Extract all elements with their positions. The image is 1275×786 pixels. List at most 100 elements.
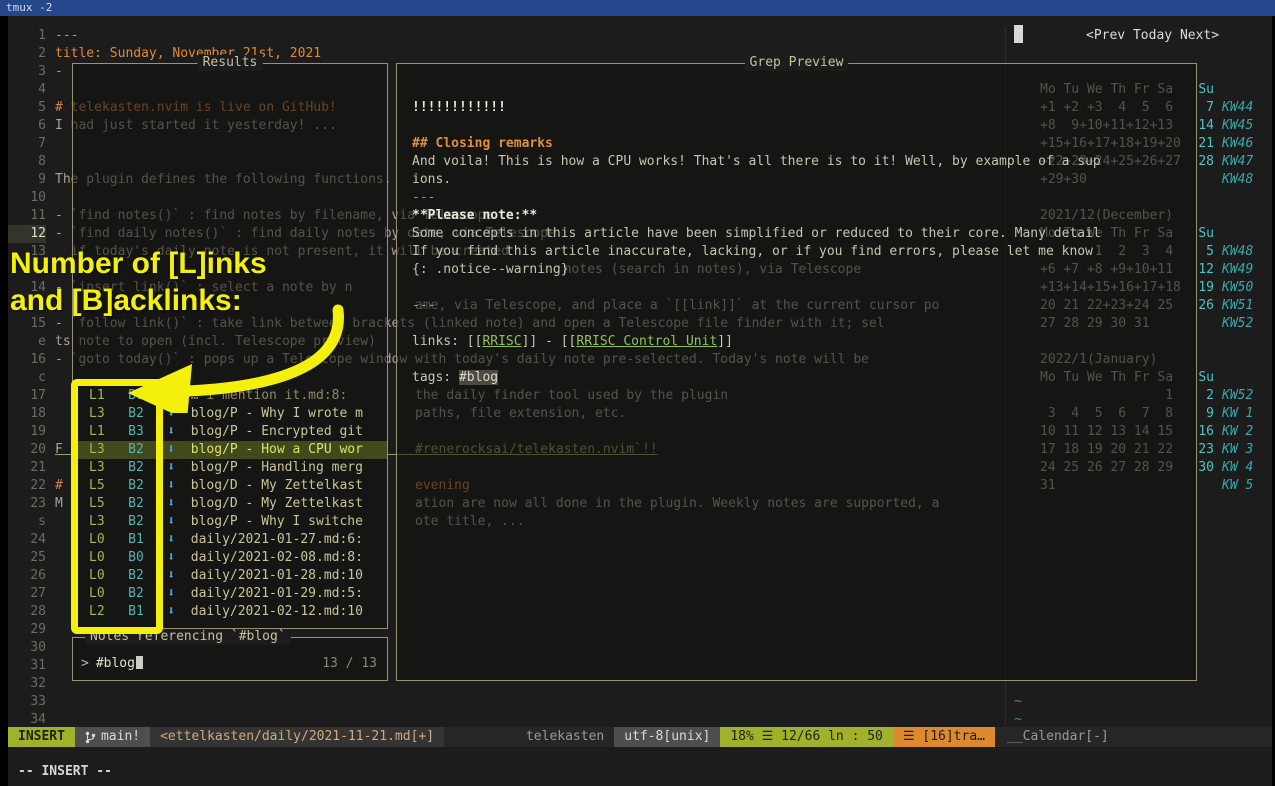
- result-entry[interactable]: L1 B3 ⬇ blog/P - Encrypted git: [73, 423, 387, 441]
- statusline: INSERT main! <ettelkasten/daily/2021-11-…: [8, 727, 1272, 747]
- calendar-week-number: KW 3: [1222, 442, 1253, 457]
- preview-line: Some concepts in this article have been …: [412, 225, 1101, 243]
- backlinks-count: B2: [128, 442, 144, 457]
- calendar-nav: <Prev Today Next>: [1012, 27, 1219, 45]
- backlinks-count: B2: [128, 514, 144, 529]
- backlinks-count: B2: [128, 478, 144, 493]
- wiki-link: RRISC: [482, 334, 521, 349]
- backlinks-count: B1: [128, 604, 144, 619]
- links-count: L0: [89, 550, 105, 565]
- result-counter: 13 / 13: [322, 655, 377, 673]
- links-count: L1: [89, 424, 105, 439]
- calendar-week-number: KW46: [1222, 136, 1253, 151]
- links-count: L3: [89, 442, 105, 457]
- down-arrow-icon: ⬇: [167, 460, 175, 475]
- preview-text: And voila! This is how a CPU works! That…: [412, 154, 1101, 169]
- preview-text: ---: [412, 298, 435, 313]
- calendar-week-number: KW52: [1222, 388, 1253, 403]
- preview-line: !!!!!!!!!!!!: [412, 99, 506, 117]
- calendar-week-number: KW48: [1222, 244, 1253, 259]
- results-list: L1 B0 ⬇ … i mention it.md:8:L3 B2 ⬇ blog…: [73, 387, 387, 621]
- result-entry[interactable]: L0 B2 ⬇ daily/2021-01-29.md:5:: [73, 585, 387, 603]
- calendar-week-number: KW47: [1222, 154, 1253, 169]
- calendar-week-number: KW48: [1222, 172, 1253, 187]
- preview-text: ---: [412, 190, 435, 205]
- preview-window-title: Grep Preview: [745, 55, 849, 71]
- down-arrow-icon: ⬇: [167, 550, 175, 565]
- down-arrow-icon: ⬇: [167, 604, 175, 619]
- result-entry-text: blog/D - My Zettelkast: [191, 496, 363, 511]
- backlinks-count: B3: [128, 424, 144, 439]
- down-arrow-icon: ⬇: [167, 424, 175, 439]
- preview-text: ]]: [717, 334, 733, 349]
- empty-line-tilde: ~: [1012, 693, 1022, 711]
- links-count: L3: [89, 514, 105, 529]
- prompt-window: Notes referencing `#blog` >#blog 13 / 13: [72, 637, 388, 681]
- backlinks-count: B1: [128, 532, 144, 547]
- down-arrow-icon: ⬇: [167, 568, 175, 583]
- result-entry-text: blog/D - My Zettelkast: [191, 478, 363, 493]
- branch-name: main!: [101, 727, 140, 747]
- result-entry[interactable]: L1 B0 ⬇ … i mention it.md:8:: [73, 387, 387, 405]
- file-path: <ettelkasten/daily/2021-11-21.md[+]: [150, 727, 444, 747]
- backlinks-count: B2: [128, 586, 144, 601]
- down-arrow-icon: ⬇: [167, 442, 175, 457]
- links-count: L5: [89, 496, 105, 511]
- links-count: L2: [89, 604, 105, 619]
- result-entry-text: daily/2021-01-29.md:5:: [191, 586, 363, 601]
- calendar-next-button[interactable]: Next>: [1180, 28, 1219, 43]
- preview-text: ]] - [[: [522, 334, 577, 349]
- calendar-week-number: KW44: [1222, 100, 1253, 115]
- result-entry[interactable]: L0 B2 ⬇ daily/2021-01-28.md:10: [73, 567, 387, 585]
- calendar-week-number: KW50: [1222, 280, 1253, 295]
- result-entry[interactable]: L5 B2 ⬇ blog/D - My Zettelkast: [73, 477, 387, 495]
- links-count: L0: [89, 586, 105, 601]
- result-entry-text: blog/P - Encrypted git: [191, 424, 363, 439]
- tmux-title: tmux -2: [6, 1, 52, 14]
- git-branch: main!: [75, 727, 150, 747]
- result-entry-text: … i mention it.md:8:: [191, 388, 348, 403]
- result-entry-text: blog/P - Handling merg: [191, 460, 363, 475]
- result-entry[interactable]: L3 B2 ⬇ blog/P - Why I switche: [73, 513, 387, 531]
- preview-text: {: .notice--warning}: [412, 262, 569, 277]
- command-line-mode-text: -- INSERT --: [18, 764, 112, 779]
- buffer-line: -: [55, 63, 63, 81]
- result-entry-text: blog/P - Why I switche: [191, 514, 363, 529]
- preview-line: And voila! This is how a CPU works! That…: [412, 153, 1101, 171]
- links-count: L1: [89, 388, 105, 403]
- grep-preview-window: Grep Preview !!!!!!!!!!!!## Closing rema…: [396, 63, 1197, 681]
- tmux-titlebar: tmux -2: [0, 0, 1275, 16]
- preview-line: If you find this article inaccurate, lac…: [412, 243, 1093, 261]
- calendar-prev-button[interactable]: <Prev: [1086, 28, 1133, 43]
- result-entry[interactable]: L0 B1 ⬇ daily/2021-01-27.md:6:: [73, 531, 387, 549]
- links-count: L0: [89, 532, 105, 547]
- result-entry-text: daily/2021-01-27.md:6:: [191, 532, 363, 547]
- links-count: L3: [89, 406, 105, 421]
- result-entry[interactable]: L3 B2 ⬇ blog/P - Why I wrote m: [73, 405, 387, 423]
- result-entry[interactable]: L5 B2 ⬇ blog/D - My Zettelkast: [73, 495, 387, 513]
- buffer-line: title: Sunday, November 21st, 2021: [55, 45, 321, 63]
- encoding-indicator: utf-8[unix]: [614, 727, 720, 747]
- down-arrow-icon: ⬇: [167, 496, 175, 511]
- result-entry[interactable]: L3 B2 ⬇ blog/P - How a CPU wor: [73, 441, 387, 459]
- wiki-link: RRISC Control Unit: [576, 334, 717, 349]
- search-query: #blog: [96, 656, 135, 671]
- buffer-line: ---: [55, 27, 78, 45]
- calendar-week-number: KW 2: [1222, 424, 1253, 439]
- result-entry[interactable]: L0 B0 ⬇ daily/2021-02-08.md:8:: [73, 549, 387, 567]
- down-arrow-icon: ⬇: [167, 532, 175, 547]
- preview-line: {: .notice--warning}: [412, 261, 569, 279]
- calendar-today-button[interactable]: Today: [1133, 28, 1180, 43]
- links-count: L5: [89, 478, 105, 493]
- result-entry[interactable]: L2 B1 ⬇ daily/2021-02-12.md:10: [73, 603, 387, 621]
- result-entry-text: daily/2021-02-12.md:10: [191, 604, 363, 619]
- result-entry-text: daily/2021-01-28.md:10: [191, 568, 363, 583]
- links-count: L3: [89, 460, 105, 475]
- result-entry[interactable]: L3 B2 ⬇ blog/P - Handling merg: [73, 459, 387, 477]
- down-arrow-icon: ⬇: [167, 406, 175, 421]
- preview-text: If you find this article inaccurate, lac…: [412, 244, 1093, 259]
- statusline-spacer: [444, 727, 516, 747]
- preview-line: ## Closing remarks: [412, 135, 553, 153]
- calendar-week-number: KW 1: [1222, 406, 1253, 421]
- backlinks-count: B0: [128, 550, 144, 565]
